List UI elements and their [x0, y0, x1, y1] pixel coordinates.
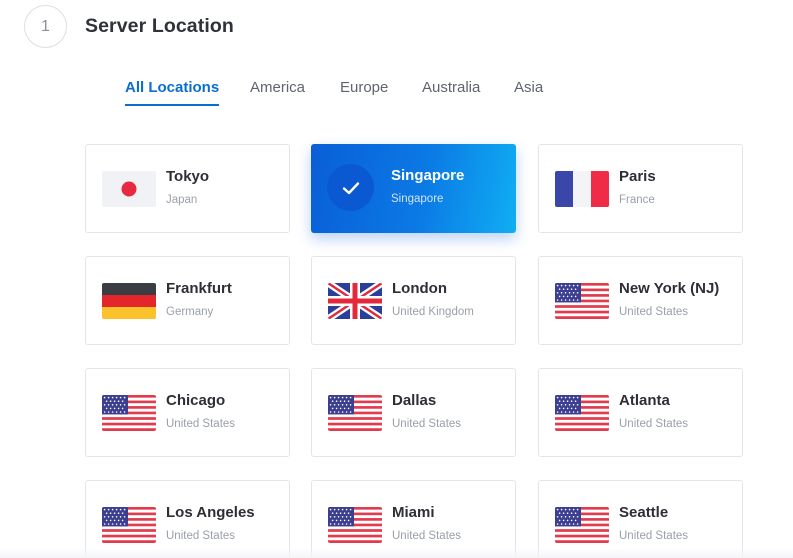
uk-flag-icon [328, 283, 382, 319]
japan-flag-icon [102, 171, 156, 207]
country-name: United States [619, 306, 689, 318]
location-card-paris[interactable]: Paris France [538, 144, 743, 233]
city-name: Los Angeles [166, 504, 255, 521]
country-name: United States [619, 418, 689, 430]
country-name: United States [166, 418, 236, 430]
country-name: France [619, 194, 655, 206]
location-card-chicago[interactable]: Chicago United States [85, 368, 290, 457]
us-flag-icon [555, 507, 609, 543]
france-flag-icon [555, 171, 609, 207]
us-flag-icon [328, 395, 382, 431]
city-name: Seattle [619, 504, 669, 521]
location-card-london[interactable]: London United Kingdom [311, 256, 516, 345]
location-card-los-angeles[interactable]: Los Angeles United States [85, 480, 290, 558]
city-name: Atlanta [619, 392, 670, 409]
tab-america[interactable]: America [250, 79, 305, 104]
city-name: Miami [392, 504, 435, 521]
country-name: United Kingdom [392, 306, 474, 318]
city-name: Chicago [166, 392, 226, 409]
location-card-dallas[interactable]: Dallas United States [311, 368, 516, 457]
tab-all-locations[interactable]: All Locations [125, 79, 220, 106]
country-name: Singapore [391, 193, 444, 205]
city-name: Paris [619, 168, 656, 185]
city-name: Singapore [391, 167, 465, 184]
country-name: United States [392, 530, 462, 542]
country-name: United States [166, 530, 236, 542]
location-card-singapore[interactable]: Singapore Singapore [311, 144, 516, 233]
us-flag-icon [328, 507, 382, 543]
tab-europe[interactable]: Europe [340, 79, 388, 104]
country-name: Germany [166, 306, 214, 318]
location-card-seattle[interactable]: Seattle United States [538, 480, 743, 558]
tab-asia[interactable]: Asia [514, 79, 543, 104]
city-name: London [392, 280, 447, 297]
us-flag-icon [102, 395, 156, 431]
city-name: Tokyo [166, 168, 210, 185]
location-card-frankfurt[interactable]: Frankfurt Germany [85, 256, 290, 345]
checkmark-icon [327, 164, 374, 211]
country-name: Japan [166, 194, 198, 206]
step-number-badge: 1 [24, 5, 67, 48]
city-name: New York (NJ) [619, 280, 720, 297]
location-card-new-york[interactable]: New York (NJ) United States [538, 256, 743, 345]
us-flag-icon [102, 507, 156, 543]
country-name: United States [392, 418, 462, 430]
us-flag-icon [555, 283, 609, 319]
location-card-atlanta[interactable]: Atlanta United States [538, 368, 743, 457]
location-card-tokyo[interactable]: Tokyo Japan [85, 144, 290, 233]
location-card-miami[interactable]: Miami United States [311, 480, 516, 558]
page-bottom-edge [0, 548, 793, 558]
country-name: United States [619, 530, 689, 542]
section-title: Server Location [85, 15, 234, 37]
city-name: Dallas [392, 392, 437, 409]
city-name: Frankfurt [166, 280, 232, 297]
germany-flag-icon [102, 283, 156, 319]
tab-australia[interactable]: Australia [422, 79, 480, 104]
us-flag-icon [555, 395, 609, 431]
